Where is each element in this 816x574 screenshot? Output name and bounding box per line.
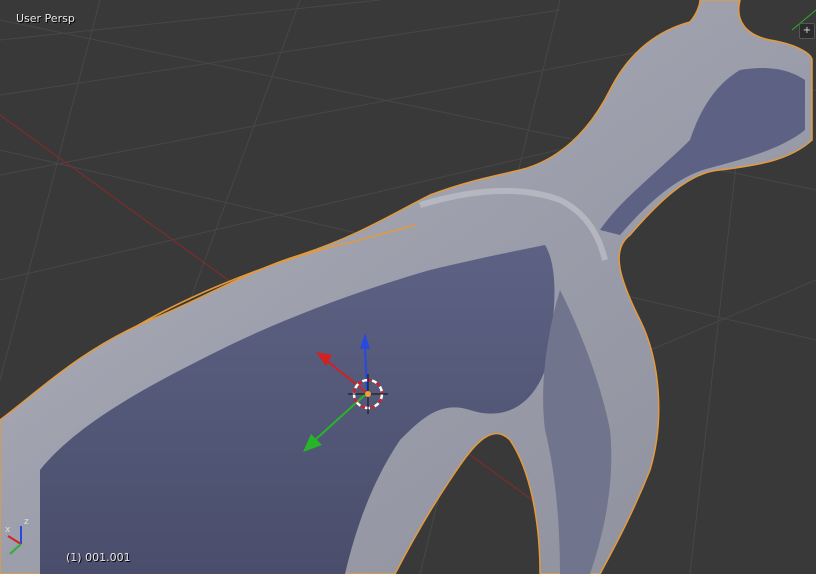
mesh-object[interactable] [0,0,813,574]
viewport-corner-widget[interactable]: + [799,23,815,39]
viewport-scene[interactable] [0,0,816,574]
axis-orientation-widget: z x [5,517,29,555]
plus-icon: + [802,25,812,36]
axis-z-label: z [24,517,29,527]
3d-viewport[interactable]: User Persp (1) 001.001 + z x [0,0,816,574]
view-name-label: User Persp [16,12,75,25]
frame-object-label: (1) 001.001 [66,551,131,564]
axis-x-label: x [5,525,11,535]
